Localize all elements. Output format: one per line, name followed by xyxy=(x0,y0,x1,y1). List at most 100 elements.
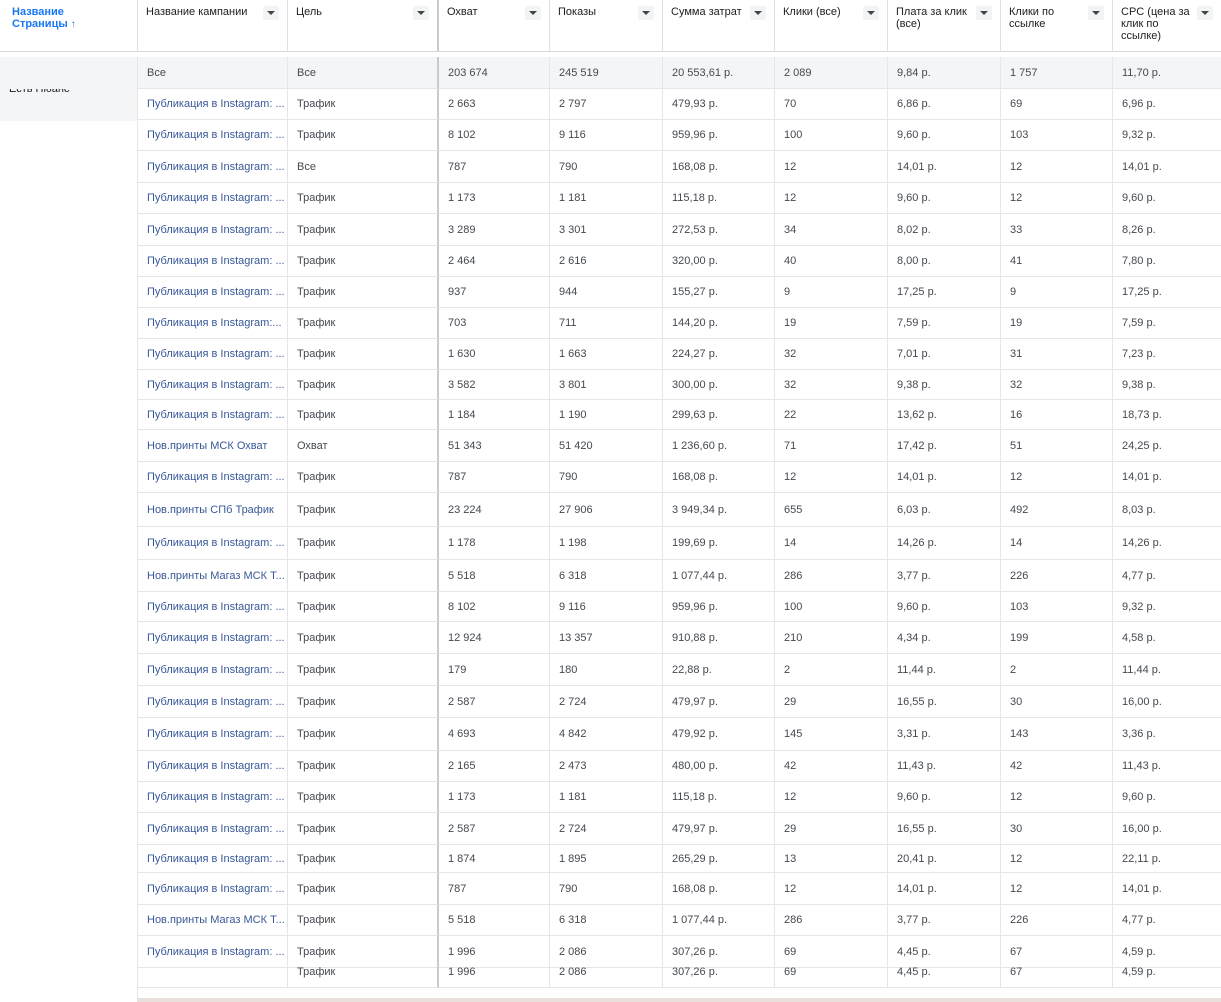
table-row: Публикация в Instagram: ... Трафик 787 790 1… xyxy=(0,873,1221,905)
campaign-link[interactable]: Публикация в Instagram: ... xyxy=(137,277,287,308)
cell-link-clicks: 9 xyxy=(1000,277,1112,308)
cell-impressions: 2 797 xyxy=(549,89,662,120)
sort-ascending-icon[interactable]: ↑ xyxy=(71,19,76,30)
cell-spend: 272,53 р. xyxy=(662,214,774,246)
cell-clicks-all: 210 xyxy=(774,622,887,654)
campaign-link[interactable]: Нов.принты Магаз МСК Т... xyxy=(137,905,287,936)
table-row: Нов.принты Магаз МСК Т... Трафик 5 518 6 31… xyxy=(0,905,1221,936)
campaign-link[interactable]: Публикация в Instagram: ... xyxy=(137,183,287,214)
cell-reach: 203 674 xyxy=(437,57,549,89)
cell-clicks-all: 34 xyxy=(774,214,887,246)
cell-spend: 20 553,61 р. xyxy=(662,57,774,89)
campaign-link[interactable]: Публикация в Instagram: ... xyxy=(137,246,287,277)
cell-objective: Все xyxy=(287,151,437,183)
campaign-link[interactable]: Нов.принты СПб Трафик xyxy=(137,493,287,527)
column-header-spend[interactable]: Сумма затрат xyxy=(662,0,774,51)
cell-cpc-link: 9,32 р. xyxy=(1112,592,1221,622)
cell-objective: Трафик xyxy=(287,246,437,277)
table-row: Публикация в Instagram: ... Трафик 2 663 2 … xyxy=(0,89,1221,120)
table-row: Публикация в Instagram: ... Трафик 1 173 1 … xyxy=(0,183,1221,214)
chevron-down-icon[interactable] xyxy=(413,6,429,20)
cell-cpc-all: 4,34 р. xyxy=(887,622,1000,654)
chevron-down-icon[interactable] xyxy=(863,6,879,20)
campaign-link[interactable]: Публикация в Instagram: ... xyxy=(137,813,287,845)
cell-cpc-link: 14,01 р. xyxy=(1112,151,1221,183)
cell-reach: 937 xyxy=(437,277,549,308)
cell-cpc-all: 8,00 р. xyxy=(887,246,1000,277)
cell-clicks-all: 29 xyxy=(774,686,887,718)
cell-clicks-all: 29 xyxy=(774,813,887,845)
campaign-link[interactable]: Публикация в Instagram: ... xyxy=(137,622,287,654)
campaign-link[interactable]: Публикация в Instagram: ... xyxy=(137,873,287,905)
table-row: Публикация в Instagram: ... Все 787 790 168,… xyxy=(0,151,1221,183)
cell-cpc-all: 7,01 р. xyxy=(887,339,1000,370)
campaign-link[interactable]: Публикация в Instagram: ... xyxy=(137,686,287,718)
chevron-down-icon[interactable] xyxy=(525,6,541,20)
cell-cpc-link: 17,25 р. xyxy=(1112,277,1221,308)
campaign-link[interactable]: Публикация в Instagram: ... xyxy=(137,462,287,493)
column-header-campaign-name[interactable]: Название кампании xyxy=(137,0,287,51)
campaign-link[interactable]: Нов.принты МСК Охват xyxy=(137,430,287,462)
column-header-link-clicks[interactable]: Клики по ссылке xyxy=(1000,0,1112,51)
cell-impressions: 944 xyxy=(549,277,662,308)
campaign-link[interactable]: Публикация в Instagram: ... xyxy=(137,751,287,782)
cell-cpc-all: 16,55 р. xyxy=(887,813,1000,845)
cell-spend: 168,08 р. xyxy=(662,462,774,493)
campaign-link[interactable]: Публикация в Instagram: ... xyxy=(137,151,287,183)
cell-reach: 2 165 xyxy=(437,751,549,782)
cell-cpc-link: 16,00 р. xyxy=(1112,813,1221,845)
campaign-link[interactable]: Публикация в Instagram: ... xyxy=(137,845,287,873)
column-header-impressions[interactable]: Показы xyxy=(549,0,662,51)
cell-link-clicks: 12 xyxy=(1000,462,1112,493)
cell-reach: 5 518 xyxy=(437,560,549,592)
campaign-link[interactable]: Публикация в Instagram:... xyxy=(137,308,287,339)
campaign-link[interactable]: Публикация в Instagram: ... xyxy=(137,527,287,560)
chevron-down-icon[interactable] xyxy=(263,6,279,20)
campaign-link[interactable]: Публикация в Instagram: ... xyxy=(137,120,287,151)
cell-cpc-link: 9,32 р. xyxy=(1112,120,1221,151)
column-header-cpc-all[interactable]: Плата за клик (все) xyxy=(887,0,1000,51)
campaign-link[interactable]: Публикация в Instagram: ... xyxy=(137,592,287,622)
cell-reach: 2 587 xyxy=(437,813,549,845)
chevron-down-icon[interactable] xyxy=(976,6,992,20)
campaign-link[interactable] xyxy=(137,957,287,988)
campaign-link[interactable]: Нов.принты Магаз МСК Т... xyxy=(137,560,287,592)
cell-reach: 51 343 xyxy=(437,430,549,462)
cell-cpc-all: 14,26 р. xyxy=(887,527,1000,560)
column-header-clicks-all[interactable]: Клики (все) xyxy=(774,0,887,51)
cell-cpc-link: 4,77 р. xyxy=(1112,560,1221,592)
cell-clicks-all: 12 xyxy=(774,873,887,905)
campaign-link[interactable]: Публикация в Instagram: ... xyxy=(137,718,287,751)
campaign-link[interactable]: Публикация в Instagram: ... xyxy=(137,782,287,813)
chevron-down-icon[interactable] xyxy=(1088,6,1104,20)
cell-objective: Трафик xyxy=(287,905,437,936)
campaign-link[interactable]: Публикация в Instagram: ... xyxy=(137,400,287,430)
column-header-page-name[interactable]: Название Страницы ↑ xyxy=(0,0,137,51)
column-header-reach[interactable]: Охват xyxy=(437,0,549,51)
cell-impressions: 13 357 xyxy=(549,622,662,654)
cell-reach: 2 587 xyxy=(437,686,549,718)
cell-cpc-link: 14,01 р. xyxy=(1112,462,1221,493)
cell-spend: 224,27 р. xyxy=(662,339,774,370)
campaign-link[interactable]: Публикация в Instagram: ... xyxy=(137,654,287,686)
column-header-cpc-link[interactable]: CPC (цена за клик по ссылке) xyxy=(1112,0,1221,51)
cell-cpc-link: 8,03 р. xyxy=(1112,493,1221,527)
table-row: Публикация в Instagram: ... Трафик 3 289 3 … xyxy=(0,214,1221,246)
campaign-link[interactable]: Публикация в Instagram: ... xyxy=(137,370,287,400)
chevron-down-icon[interactable] xyxy=(638,6,654,20)
cell-spend: 1 077,44 р. xyxy=(662,905,774,936)
cell-clicks-all: 145 xyxy=(774,718,887,751)
cell-cpc-all: 9,60 р. xyxy=(887,120,1000,151)
campaign-link[interactable]: Публикация в Instagram: ... xyxy=(137,339,287,370)
cell-link-clicks: 12 xyxy=(1000,873,1112,905)
cell-impressions: 2 616 xyxy=(549,246,662,277)
cell-impressions: 9 116 xyxy=(549,120,662,151)
campaign-link[interactable]: Публикация в Instagram: ... xyxy=(137,214,287,246)
cell-cpc-link: 3,36 р. xyxy=(1112,718,1221,751)
column-header-objective[interactable]: Цель xyxy=(287,0,437,51)
cell-reach: 787 xyxy=(437,873,549,905)
chevron-down-icon[interactable] xyxy=(1197,6,1213,20)
chevron-down-icon[interactable] xyxy=(750,6,766,20)
cell-spend: 168,08 р. xyxy=(662,151,774,183)
campaign-link[interactable]: Публикация в Instagram: ... xyxy=(137,89,287,120)
